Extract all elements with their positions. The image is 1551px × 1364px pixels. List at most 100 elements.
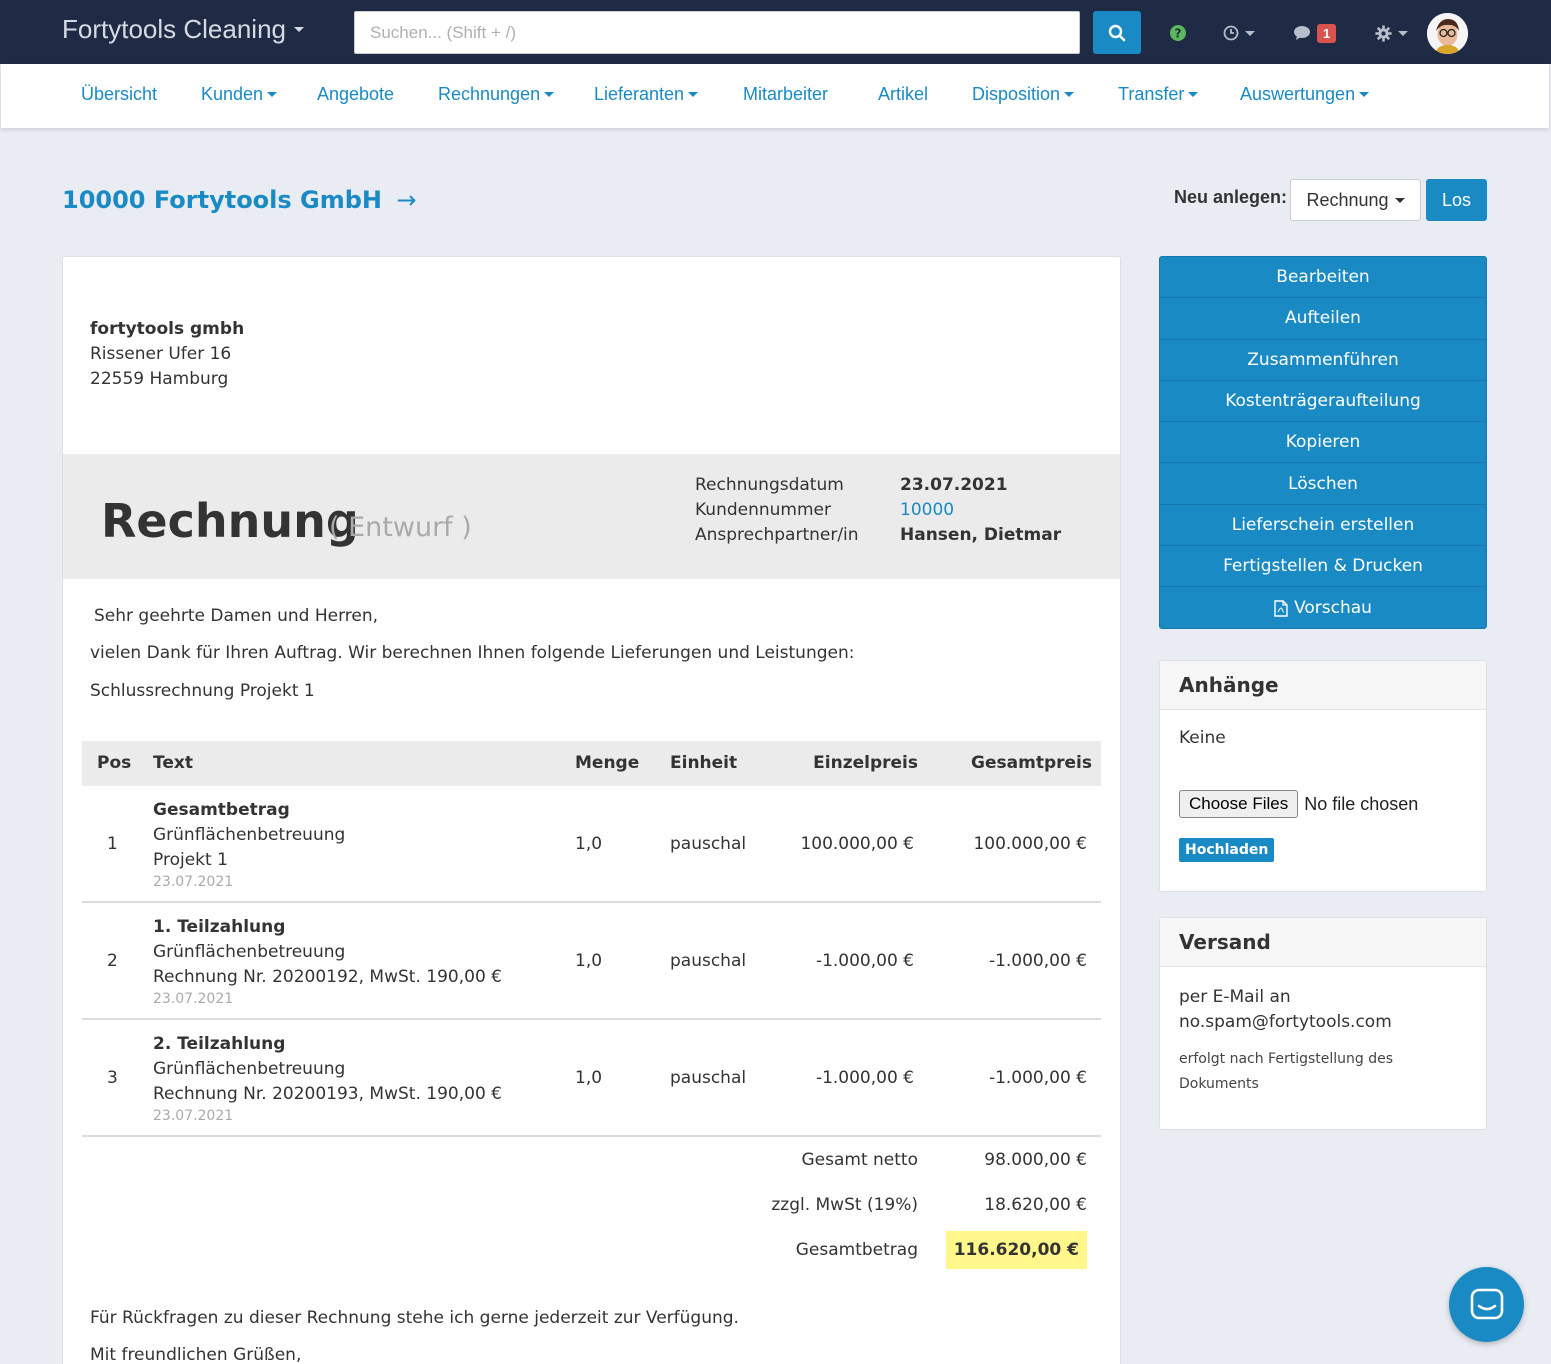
meta-label: Ansprechpartner/in: [695, 525, 859, 545]
row-gesamtpreis: -1.000,00 €: [988, 951, 1087, 971]
split-button[interactable]: Aufteilen: [1160, 298, 1486, 340]
col-menge: Menge: [575, 753, 640, 773]
intro-text: vielen Dank für Ihren Auftrag. Wir berec…: [90, 643, 855, 663]
table-row: 1 Gesamtbetrag Grünflächenbetreuung Proj…: [82, 786, 1101, 903]
nav-transfer[interactable]: Transfer: [1118, 84, 1199, 105]
create-delivery-note-button[interactable]: Lieferschein erstellen: [1160, 505, 1486, 547]
nav-label: Lieferanten: [594, 84, 685, 104]
meta-label: Rechnungsdatum: [695, 475, 844, 495]
nav-lieferanten[interactable]: Lieferanten: [594, 84, 699, 105]
nav-uebersicht[interactable]: Übersicht: [81, 84, 157, 105]
go-button[interactable]: Los: [1426, 179, 1487, 221]
upload-button[interactable]: Hochladen: [1179, 838, 1275, 862]
total-gross-value: 116.620,00 €: [945, 1231, 1087, 1269]
chevron-down-icon: [688, 92, 699, 97]
shipping-body: per E-Mail an no.spam@fortytools.com erf…: [1160, 967, 1486, 1115]
nav-label: Transfer: [1118, 84, 1185, 104]
brand-name: Fortytools Cleaning: [62, 14, 286, 44]
shipping-email: no.spam@fortytools.com: [1179, 1012, 1392, 1032]
row-title: 2. Teilzahlung: [153, 1034, 286, 1054]
row-date: 23.07.2021: [153, 991, 234, 1007]
svg-text:?: ?: [1175, 27, 1182, 41]
cost-unit-split-button[interactable]: Kostenträgeraufteilung: [1160, 381, 1486, 423]
col-einzelpreis: Einzelpreis: [813, 753, 918, 773]
row-menge: 1,0: [575, 1068, 603, 1088]
search-input[interactable]: [354, 11, 1080, 54]
finalize-print-button[interactable]: Fertigstellen & Drucken: [1160, 546, 1486, 588]
chevron-down-icon: [1398, 30, 1408, 36]
page-title: 10000 Fortytools GmbH: [62, 186, 383, 214]
delete-button[interactable]: Löschen: [1160, 463, 1486, 505]
support-chat-button[interactable]: [1449, 1267, 1524, 1342]
salutation: Sehr geehrte Damen und Herren,: [94, 606, 379, 626]
table-row: 2 1. Teilzahlung Grünflächenbetreuung Re…: [82, 903, 1101, 1020]
row-line2: Rechnung Nr. 20200192, MwSt. 190,00 €: [153, 967, 502, 987]
row-pos: 2: [107, 951, 118, 971]
recipient-city: 22559 Hamburg: [90, 369, 229, 389]
pdf-file-icon: [1274, 599, 1288, 617]
edit-button[interactable]: Bearbeiten: [1160, 257, 1486, 299]
nav-label: Artikel: [878, 84, 929, 104]
brand-dropdown[interactable]: Fortytools Cleaning: [62, 14, 304, 45]
search-icon: [1108, 24, 1126, 41]
user-avatar[interactable]: [1427, 13, 1468, 54]
chevron-down-icon: [1064, 92, 1075, 97]
row-pos: 1: [107, 834, 118, 854]
row-einheit: pauschal: [670, 834, 747, 854]
shipping-panel: Versand per E-Mail an no.spam@fortytools…: [1159, 917, 1487, 1130]
nav-label: Übersicht: [81, 84, 158, 104]
preview-button[interactable]: Vorschau: [1160, 587, 1486, 628]
new-select-value: Rechnung: [1306, 189, 1389, 210]
attachments-empty: Keine: [1179, 728, 1226, 748]
gear-icon: [1375, 24, 1392, 42]
shipping-note: erfolgt nach Fertigstellung des Dokument…: [1179, 1051, 1394, 1092]
arrow-right-icon: →: [396, 186, 417, 214]
row-gesamtpreis: -1.000,00 €: [988, 1068, 1087, 1088]
nav-angebote[interactable]: Angebote: [317, 84, 394, 105]
document-status: ( Entwurf ): [329, 512, 472, 543]
table-row: 3 2. Teilzahlung Grünflächenbetreuung Re…: [82, 1020, 1101, 1137]
search-button[interactable]: [1093, 11, 1141, 54]
row-title: 1. Teilzahlung: [153, 917, 286, 937]
preview-label: Vorschau: [1294, 598, 1372, 619]
nav-rechnungen[interactable]: Rechnungen: [438, 84, 555, 105]
nav-artikel[interactable]: Artikel: [878, 84, 928, 105]
nav-disposition[interactable]: Disposition: [972, 84, 1075, 105]
messages-button[interactable]: 1: [1293, 20, 1337, 46]
nav-auswertungen[interactable]: Auswertungen: [1240, 84, 1370, 105]
row-text: 2. Teilzahlung Grünflächenbetreuung Rech…: [153, 1032, 502, 1125]
chevron-down-icon: [294, 27, 304, 32]
merge-button[interactable]: Zusammenführen: [1160, 340, 1486, 381]
nav-mitarbeiter[interactable]: Mitarbeiter: [743, 84, 828, 105]
customer-title-link[interactable]: 10000 Fortytools GmbH →: [62, 186, 416, 214]
total-net-value: 98.000,00 €: [984, 1150, 1087, 1170]
new-document-select[interactable]: Rechnung: [1290, 179, 1421, 221]
row-line2: Rechnung Nr. 20200193, MwSt. 190,00 €: [153, 1084, 502, 1104]
nav-label: Mitarbeiter: [743, 84, 829, 104]
history-dropdown[interactable]: [1223, 20, 1255, 46]
total-vat-label: zzgl. MwSt (19%): [771, 1195, 918, 1215]
chat-icon: [1294, 26, 1310, 40]
row-line1: Grünflächenbetreuung: [153, 825, 346, 845]
col-text: Text: [153, 753, 193, 773]
nav-label: Auswertungen: [1240, 84, 1356, 104]
copy-button[interactable]: Kopieren: [1160, 422, 1486, 464]
meta-label: Kundennummer: [695, 500, 831, 520]
row-einzelpreis: -1.000,00 €: [815, 1068, 914, 1088]
invoice-date: 23.07.2021: [900, 475, 1008, 495]
chevron-down-icon: [1359, 92, 1370, 97]
nav-kunden[interactable]: Kunden: [201, 84, 278, 105]
new-create-label: Neu anlegen:: [1174, 187, 1288, 207]
row-pos: 3: [107, 1068, 118, 1088]
row-title: Gesamtbetrag: [153, 800, 290, 820]
row-text: Gesamtbetrag Grünflächenbetreuung Projek…: [153, 798, 345, 891]
top-bar: Fortytools Cleaning ? 1: [0, 0, 1551, 64]
customer-number-link[interactable]: 10000: [900, 498, 954, 523]
col-gesamtpreis: Gesamtpreis: [971, 753, 1092, 773]
contact-person: Hansen, Dietmar: [900, 525, 1062, 545]
shipping-method: per E-Mail an: [1179, 987, 1291, 1007]
choose-files-button[interactable]: Choose Files: [1179, 790, 1299, 818]
help-button[interactable]: ?: [1170, 20, 1186, 46]
row-einzelpreis: 100.000,00 €: [800, 834, 914, 854]
settings-dropdown[interactable]: [1375, 20, 1408, 46]
